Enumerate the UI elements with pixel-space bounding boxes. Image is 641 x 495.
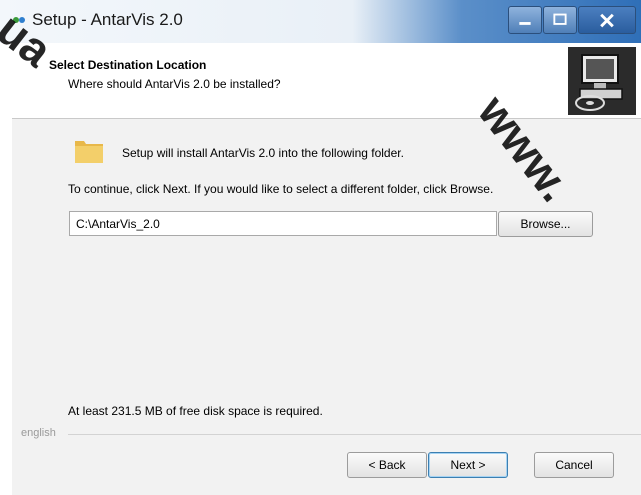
maximize-button[interactable]	[543, 6, 577, 34]
disk-space-requirement: At least 231.5 MB of free disk space is …	[68, 404, 323, 418]
next-button[interactable]: Next >	[428, 452, 508, 478]
language-label: english	[21, 427, 56, 439]
continue-instructions: To continue, click Next. If you would li…	[68, 182, 494, 196]
maximize-icon	[553, 13, 567, 25]
computer-disk-icon	[568, 47, 636, 115]
window-title: Setup - AntarVis 2.0	[32, 10, 183, 29]
wizard-header: Select Destination Location Where should…	[12, 43, 641, 119]
close-icon	[600, 13, 614, 28]
title-bar: Setup - AntarVis 2.0	[0, 0, 641, 43]
install-info-text: Setup will install AntarVis 2.0 into the…	[122, 146, 404, 160]
page-subtitle: Where should AntarVis 2.0 be installed?	[68, 77, 281, 91]
back-button[interactable]: < Back	[347, 452, 427, 478]
destination-path-input[interactable]	[69, 211, 497, 236]
footer-divider	[68, 434, 641, 435]
browse-button[interactable]: Browse...	[498, 211, 593, 237]
cancel-button[interactable]: Cancel	[534, 452, 614, 478]
close-button[interactable]	[578, 6, 636, 34]
minimize-button[interactable]	[508, 6, 542, 34]
minimize-icon	[519, 22, 531, 25]
page-title: Select Destination Location	[49, 58, 207, 72]
folder-icon	[75, 141, 103, 163]
